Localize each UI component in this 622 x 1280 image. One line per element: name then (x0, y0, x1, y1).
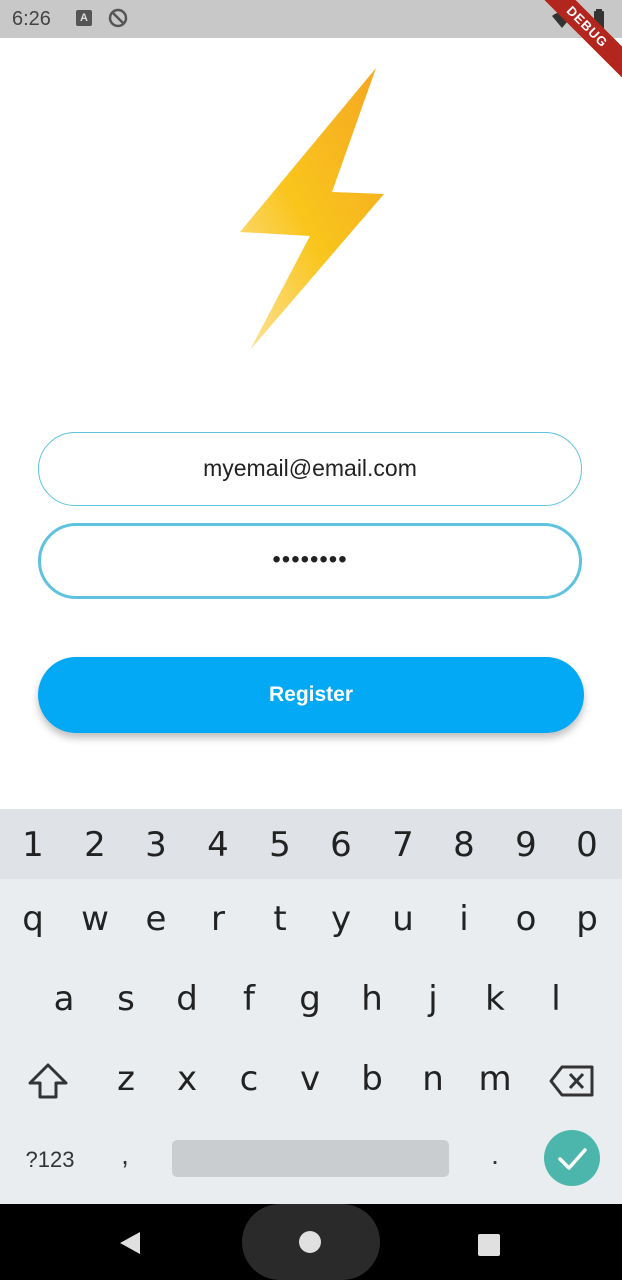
key-f[interactable]: f (219, 979, 279, 1019)
key-z[interactable]: z (96, 1059, 156, 1099)
back-icon[interactable] (118, 1230, 142, 1256)
lightning-bolt-icon (240, 68, 384, 350)
key-g[interactable]: g (280, 979, 340, 1019)
key-s[interactable]: s (96, 979, 156, 1019)
shift-icon[interactable] (22, 1059, 74, 1103)
a-icon: A (76, 10, 92, 26)
key-4[interactable]: 4 (188, 825, 248, 865)
register-button[interactable]: Register (38, 657, 584, 733)
key-7[interactable]: 7 (373, 825, 433, 865)
key-e[interactable]: e (126, 899, 186, 939)
backspace-icon[interactable] (548, 1063, 596, 1099)
key-period[interactable]: . (480, 1139, 510, 1171)
key-i[interactable]: i (434, 899, 494, 939)
key-n[interactable]: n (403, 1059, 463, 1099)
done-key[interactable] (544, 1130, 600, 1186)
key-6[interactable]: 6 (311, 825, 371, 865)
key-8[interactable]: 8 (434, 825, 494, 865)
key-b[interactable]: b (342, 1059, 402, 1099)
key-d[interactable]: d (157, 979, 217, 1019)
home-icon (299, 1231, 321, 1253)
key-h[interactable]: h (342, 979, 402, 1019)
key-t[interactable]: t (250, 899, 310, 939)
key-p[interactable]: p (557, 899, 617, 939)
key-u[interactable]: u (373, 899, 433, 939)
navigation-bar (0, 1204, 622, 1280)
key-r[interactable]: r (188, 899, 248, 939)
key-x[interactable]: x (157, 1059, 217, 1099)
key-o[interactable]: o (496, 899, 556, 939)
key-k[interactable]: k (465, 979, 525, 1019)
key-l[interactable]: l (526, 979, 586, 1019)
key-m[interactable]: m (465, 1059, 525, 1099)
password-field[interactable]: •••••••• (38, 523, 582, 599)
check-icon (558, 1148, 587, 1170)
symbols-key[interactable]: ?123 (10, 1147, 90, 1173)
key-2[interactable]: 2 (65, 825, 125, 865)
key-a[interactable]: a (34, 979, 94, 1019)
key-5[interactable]: 5 (250, 825, 310, 865)
status-bar: 6:26 A DEBUG (0, 0, 622, 81)
key-c[interactable]: c (219, 1059, 279, 1099)
sync-disabled-icon (108, 8, 128, 28)
email-field[interactable]: myemail@email.com (38, 432, 582, 506)
soft-keyboard: 1 2 3 4 5 6 7 8 9 0 q w e r t y u i o p … (0, 809, 622, 1204)
key-3[interactable]: 3 (126, 825, 186, 865)
key-0[interactable]: 0 (557, 825, 617, 865)
key-1[interactable]: 1 (3, 825, 63, 865)
status-time: 6:26 (12, 8, 51, 30)
key-v[interactable]: v (280, 1059, 340, 1099)
key-j[interactable]: j (403, 979, 463, 1019)
key-q[interactable]: q (3, 899, 63, 939)
recents-icon[interactable] (478, 1234, 500, 1256)
key-9[interactable]: 9 (496, 825, 556, 865)
key-w[interactable]: w (65, 899, 125, 939)
key-y[interactable]: y (311, 899, 371, 939)
home-button[interactable] (242, 1204, 380, 1280)
key-comma[interactable]: , (110, 1139, 140, 1171)
space-key[interactable] (172, 1140, 449, 1177)
keyboard-number-row: 1 2 3 4 5 6 7 8 9 0 (0, 809, 622, 879)
